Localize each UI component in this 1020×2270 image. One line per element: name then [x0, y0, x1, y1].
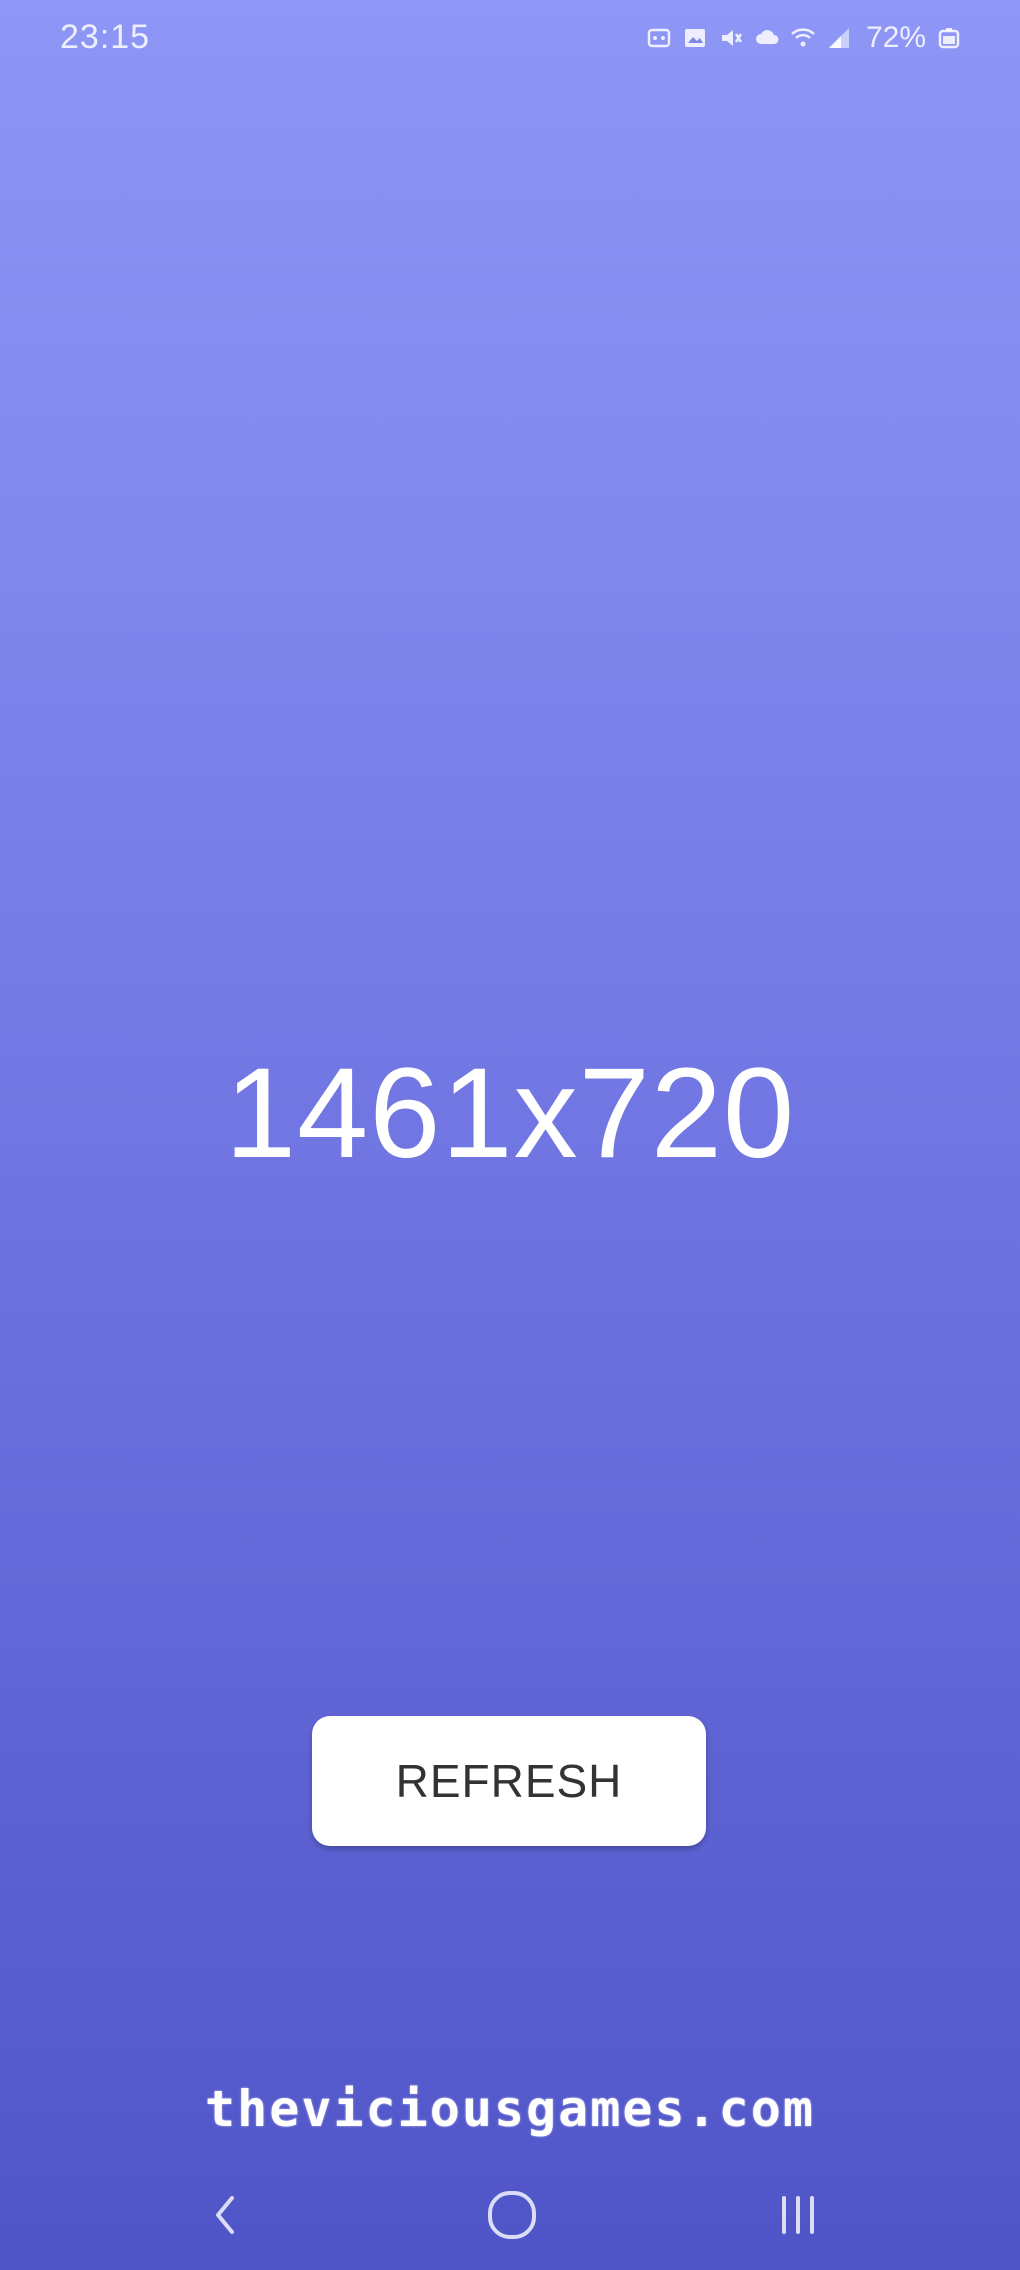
- battery-icon: [936, 25, 962, 51]
- refresh-button[interactable]: REFRESH: [312, 1716, 706, 1846]
- status-bar: 23:15 72%: [0, 0, 1020, 80]
- signal-icon: [826, 25, 852, 51]
- home-icon[interactable]: [472, 2180, 552, 2250]
- cloud-icon: [754, 25, 780, 51]
- gallery-icon: [682, 25, 708, 51]
- notification-icon: [646, 25, 672, 51]
- resolution-display: 1461x720: [224, 1042, 796, 1185]
- navigation-bar: [0, 2160, 1020, 2270]
- recents-icon[interactable]: [758, 2180, 838, 2250]
- site-watermark: theviciousgames.com: [205, 2080, 815, 2138]
- battery-percent: 72%: [865, 21, 926, 54]
- wifi-icon: [790, 25, 816, 51]
- app-screen: 23:15 72% 1461x720 REFRESH theviciousgam…: [0, 0, 1020, 2270]
- refresh-button-label: REFRESH: [395, 1755, 623, 1807]
- status-time: 23:15: [60, 18, 151, 56]
- mute-icon: [718, 25, 744, 51]
- status-icons: 72%: [646, 16, 962, 60]
- back-icon[interactable]: [186, 2180, 266, 2250]
